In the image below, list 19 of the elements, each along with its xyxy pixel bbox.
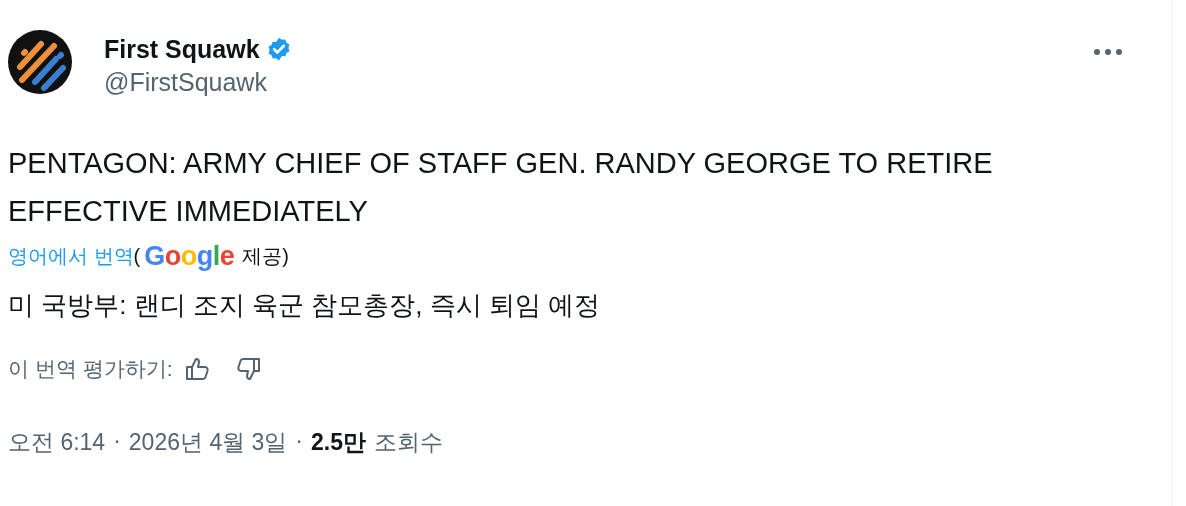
provided-label: 제공) (242, 244, 289, 269)
author-handle[interactable]: @FirstSquawk (104, 65, 292, 99)
post-text: PENTAGON: ARMY CHIEF OF STAFF GEN. RANDY GEORGE TO RETIRE EFFECTIVE IMMEDIATELY (8, 146, 994, 229)
views-count: 2.5만 (311, 428, 366, 457)
views-label: 조회수 (374, 428, 443, 457)
separator-dot: · (113, 427, 121, 455)
separator-dot: · (295, 427, 304, 455)
thumbs-up-icon[interactable] (184, 356, 211, 382)
translated-from-link[interactable]: 영어에서 번역 (8, 241, 134, 271)
translated-text: 미 국방부: 랜디 조지 육군 참모총장, 즉시 퇴임 예정 (8, 289, 602, 322)
thumbs-down-icon[interactable] (234, 356, 261, 382)
author-name[interactable]: First Squawk (104, 33, 260, 65)
more-icon[interactable] (1093, 48, 1123, 56)
avatar-icon[interactable] (8, 30, 72, 94)
rate-translation-label: 이 번역 평가하기: (8, 356, 173, 382)
post-date[interactable]: 2026년 4월 3일 (128, 427, 288, 458)
post-time[interactable]: 오전 6:14 (8, 427, 106, 458)
open-paren: ( (133, 244, 141, 269)
google-logo: Google (144, 241, 235, 271)
